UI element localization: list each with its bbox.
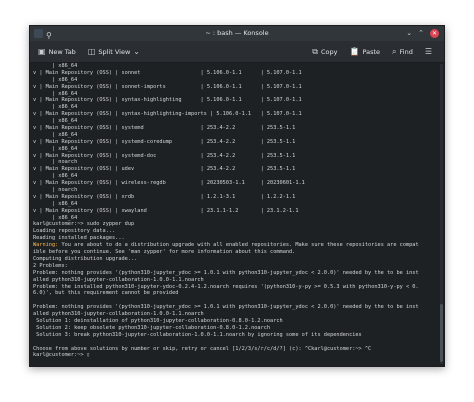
new-tab-label: New Tab xyxy=(48,47,76,56)
paste-icon: 📋 xyxy=(349,47,360,56)
terminal-line: v | Main Repository (OSS) | sonnet | 5.1… xyxy=(33,69,302,76)
terminal-line: | x86_64 xyxy=(33,63,78,69)
title-bar[interactable]: ⚲ ~ : bash — Konsole ⌄⌃ ✕ xyxy=(30,26,444,41)
terminal-line: v | Main Repository (OSS) | systemd | 25… xyxy=(33,125,296,132)
terminal-line: karl@customer:~> sudo zypper dup xyxy=(33,221,135,228)
chevron-down-icon: ⌄ xyxy=(133,47,140,56)
terminal-line: | x86_64 xyxy=(33,90,78,97)
terminal-line: Warning: You are about to do a distribut… xyxy=(33,242,419,249)
copy-icon: ⧉ xyxy=(312,46,318,56)
terminal-line: Solution 2: keep obsolete python310-jupy… xyxy=(33,324,271,331)
terminal-line: | x86_64 xyxy=(33,145,78,152)
terminal-line: Problem: nothing provides '(python310-ju… xyxy=(33,304,419,311)
split-view-button[interactable]: ◫ Split View ⌄ xyxy=(84,45,144,58)
split-view-label: Split View xyxy=(98,47,131,56)
terminal-line: 6.0)', but this requirement cannot be pr… xyxy=(33,290,179,297)
terminal-line: v | Main Repository (OSS) | udev | 253.4… xyxy=(33,166,296,173)
terminal-line: | x86_64 xyxy=(33,173,78,180)
new-tab-icon: ▣ xyxy=(38,47,46,56)
window-controls: ⌄⌃ ✕ xyxy=(406,26,439,41)
paste-label: Paste xyxy=(362,47,381,56)
window-title: ~ : bash — Konsole xyxy=(205,29,269,37)
terminal-line: v | Main Repository (OSS) | xrdb | 1.2.1… xyxy=(33,193,296,200)
terminal-line: Problem: nothing provides '(python310-ju… xyxy=(33,269,419,276)
maximize-icon[interactable]: ⌃ xyxy=(418,29,430,37)
terminal-line: karl@customer:~> ▯ xyxy=(33,352,90,359)
terminal-line: | x86_64 xyxy=(33,104,78,111)
minimize-icon[interactable]: ⌄ xyxy=(406,29,418,37)
terminal-line: v | Main Repository (OSS) | systemd-core… xyxy=(33,138,296,145)
find-label: Find xyxy=(399,47,413,56)
search-icon: ⌕ xyxy=(392,46,397,56)
terminal-line: Computing distribution upgrade... xyxy=(33,255,138,262)
toolbar: ▣ New Tab ◫ Split View ⌄ ⧉ Copy 📋 Paste … xyxy=(30,41,444,63)
terminal-line: Solution 3: break python310-jupyter-coll… xyxy=(33,331,362,338)
close-icon[interactable]: ✕ xyxy=(430,29,439,38)
hamburger-menu-button[interactable]: ☰ xyxy=(421,45,436,58)
terminal-line: | x86_64 xyxy=(33,118,78,125)
konsole-window: ⚲ ~ : bash — Konsole ⌄⌃ ✕ ▣ New Tab ◫ Spl… xyxy=(29,25,445,367)
terminal-line: v | Main Repository (OSS) | syntax-highl… xyxy=(33,111,302,118)
copy-label: Copy xyxy=(321,47,338,56)
new-tab-button[interactable]: ▣ New Tab xyxy=(34,45,80,58)
terminal-line: | x86_64 xyxy=(33,131,78,138)
terminal-line: | noarch xyxy=(33,187,78,194)
terminal-line: v | Main Repository (OSS) | sonnet-impor… xyxy=(33,83,302,90)
find-button[interactable]: ⌕ Find xyxy=(388,45,417,59)
terminal-line: ible before you continue. See 'man zyppe… xyxy=(33,249,296,256)
terminal-line: Choose from above solutions by number or… xyxy=(33,345,372,352)
pin-icon[interactable]: ⚲ xyxy=(46,28,52,43)
terminal-line: | x86_64 xyxy=(33,214,78,221)
terminal-line: | x86_64 xyxy=(33,76,78,83)
konsole-app-icon[interactable] xyxy=(34,29,43,38)
terminal-line: v | Main Repository (OSS) | syntax-highl… xyxy=(33,97,302,104)
terminal-output[interactable]: | x86_64 v | Main Repository (OSS) | sonn… xyxy=(30,63,444,366)
terminal-line: Solution 1: deinstallation of python310-… xyxy=(33,317,283,324)
terminal-line: Problem: the installed python310-jupyter… xyxy=(33,283,419,290)
terminal-line: Reading installed packages... xyxy=(33,235,125,242)
terminal-line: alled python310-jupyter-collaboration-1.… xyxy=(33,311,204,318)
terminal-line: v | Main Repository (OSS) | systemd-doc … xyxy=(33,152,296,159)
terminal-line: | noarch xyxy=(33,159,78,166)
scrollbar-thumb[interactable] xyxy=(440,304,443,362)
scrollbar[interactable] xyxy=(440,64,443,364)
terminal-line: v | Main Repository (OSS) | xwayland | 2… xyxy=(33,207,299,214)
split-view-icon: ◫ xyxy=(87,47,96,56)
terminal-line: 2 Problems: xyxy=(33,262,68,269)
terminal-line: | x86_64 xyxy=(33,200,78,207)
terminal-line: alled python310-jupyter-collaboration-1.… xyxy=(33,276,204,283)
terminal-line: v | Main Repository (OSS) | wireless-reg… xyxy=(33,180,305,187)
terminal-line: Loading repository data... xyxy=(33,228,116,235)
paste-button[interactable]: 📋 Paste xyxy=(346,45,385,58)
copy-button[interactable]: ⧉ Copy xyxy=(308,45,341,59)
hamburger-menu-icon: ☰ xyxy=(424,47,432,56)
